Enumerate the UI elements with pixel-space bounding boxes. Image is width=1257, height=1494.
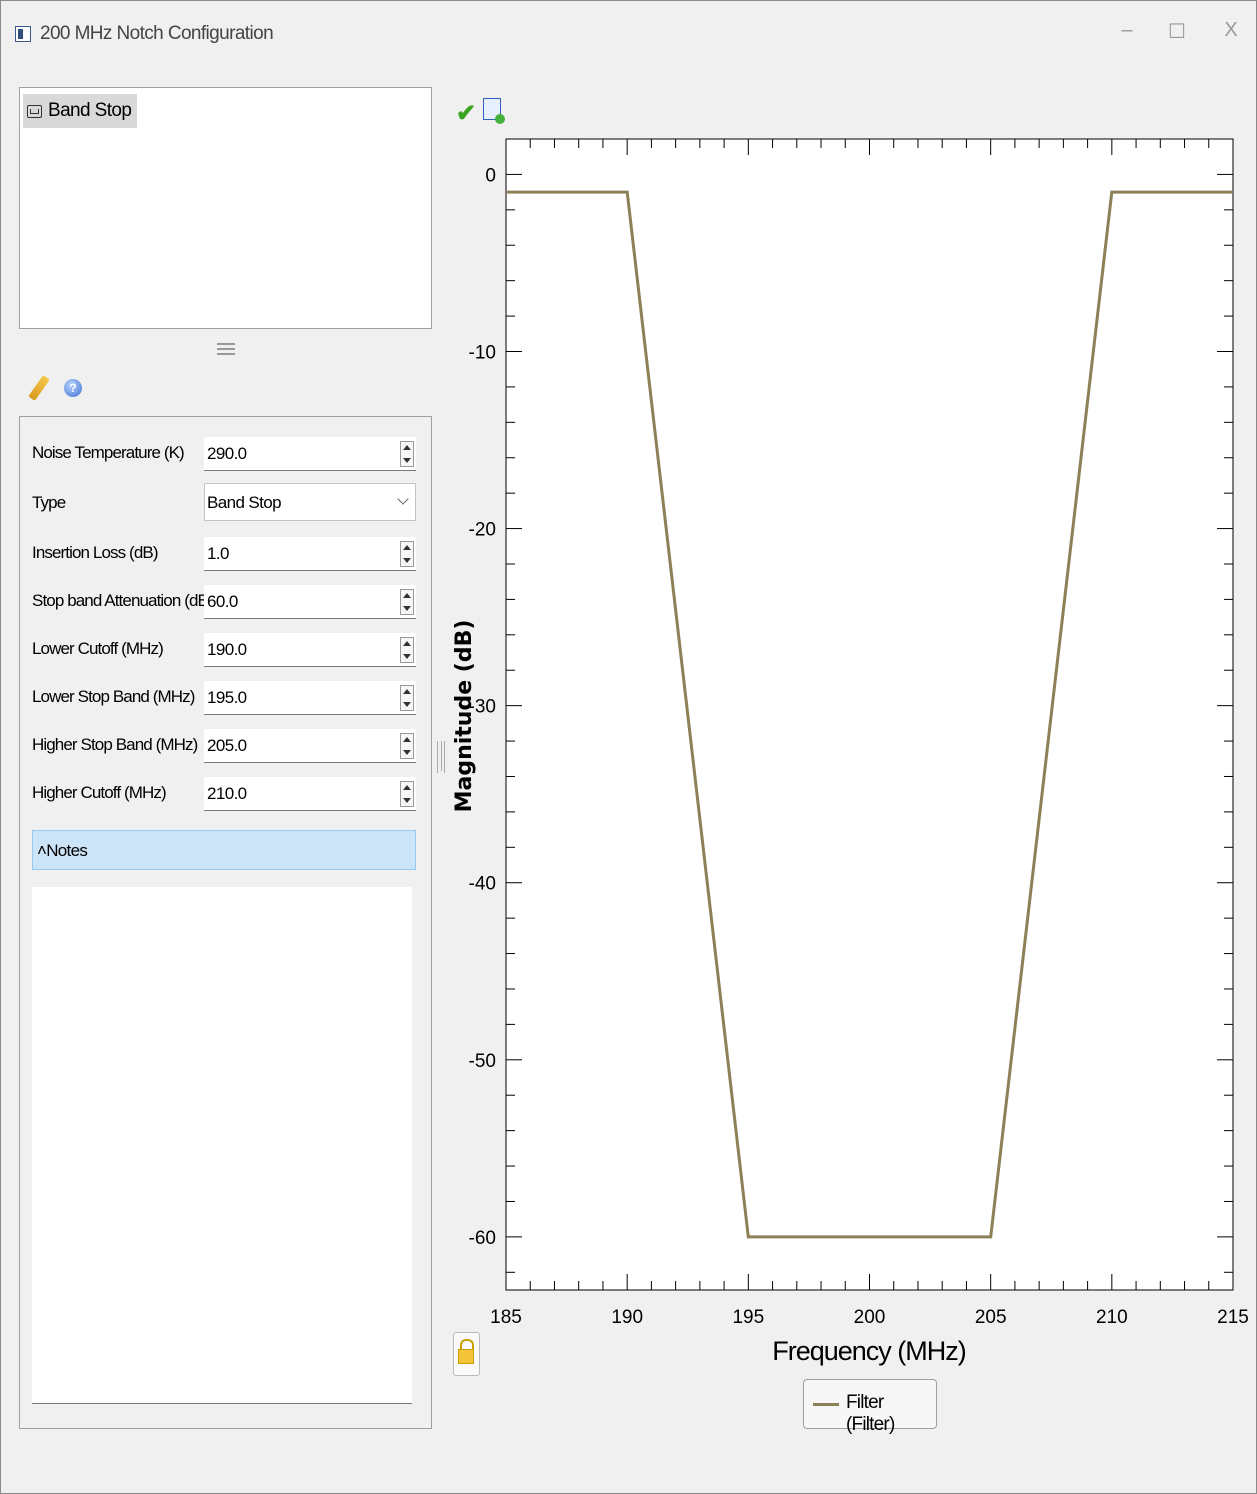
- x-tick-label: 195: [732, 1307, 764, 1328]
- legend-swatch: [813, 1403, 839, 1406]
- x-tick-label: 210: [1096, 1307, 1128, 1328]
- y-tick-label: -40: [469, 874, 496, 895]
- filter-response-chart: 185 190 195 200 205 210 2150-10-20-30-40-50-60…: [452, 138, 1249, 1366]
- chart-legend[interactable]: Filter (Filter): [803, 1379, 937, 1435]
- x-tick-label: 190: [611, 1307, 643, 1328]
- x-tick-label: 185: [490, 1307, 522, 1328]
- y-tick-label: -50: [469, 1051, 496, 1072]
- x-tick-label: 205: [975, 1307, 1007, 1328]
- y-axis-label: Magnitude (dB): [452, 620, 477, 813]
- x-tick-label: 215: [1217, 1307, 1249, 1328]
- y-tick-label: -20: [469, 520, 496, 541]
- legend-label: Filter (Filter): [846, 1392, 895, 1435]
- y-tick-label: 0: [485, 165, 496, 186]
- plot-area: [505, 138, 1234, 1291]
- x-tick-label: 200: [854, 1307, 886, 1328]
- y-tick-label: -10: [469, 342, 496, 363]
- window: 200 MHz Notch Configuration – ☐ X Band S…: [0, 0, 1257, 1494]
- y-tick-label: -60: [469, 1228, 496, 1249]
- x-axis-label: Frequency (MHz): [772, 1336, 966, 1366]
